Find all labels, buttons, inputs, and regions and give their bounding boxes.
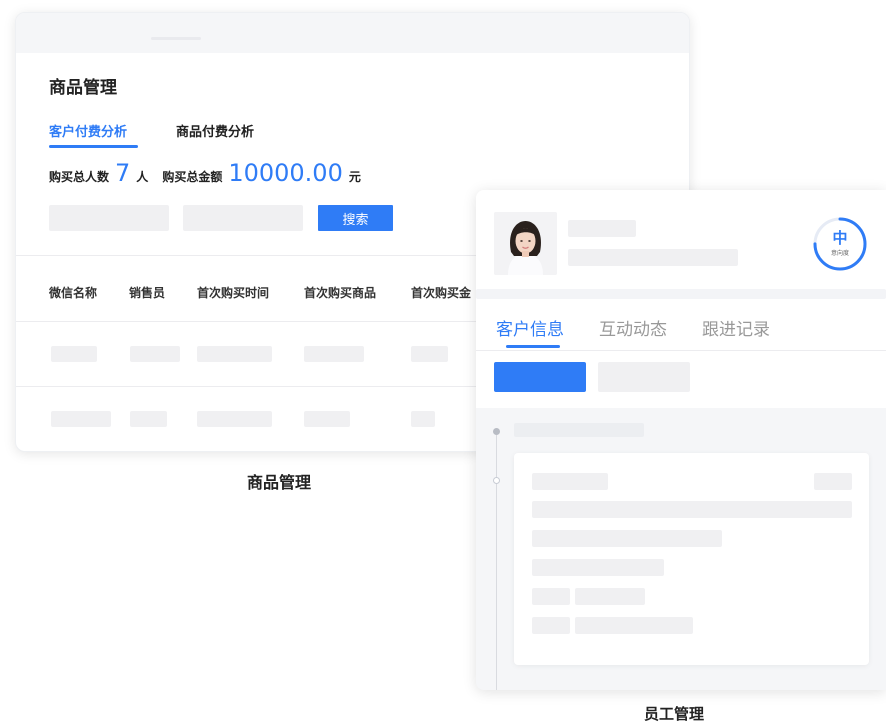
amount-value: 10000.00: [228, 159, 343, 187]
field-placeholder: [532, 530, 722, 547]
cell-placeholder: [51, 411, 111, 427]
amount-unit: 元: [348, 170, 361, 184]
column-header-first-purchase-amount: 首次购买金: [411, 286, 472, 300]
cell-placeholder: [130, 411, 167, 427]
timeline-title-placeholder: [514, 423, 644, 437]
timeline-dot: [493, 477, 500, 484]
window-topbar: [16, 13, 689, 53]
active-tab-indicator: [49, 145, 138, 148]
cell-placeholder: [304, 411, 350, 427]
topbar-placeholder: [151, 37, 201, 40]
buyers-label: 购买总人数: [49, 170, 110, 184]
cell-placeholder: [411, 411, 435, 427]
column-header-salesperson: 销售员: [129, 286, 166, 300]
customer-name-placeholder: [568, 220, 636, 237]
cell-placeholder: [197, 411, 272, 427]
field-placeholder: [575, 588, 645, 605]
amount-label: 购买总金额: [162, 170, 223, 184]
field-placeholder: [532, 588, 570, 605]
intent-level-value: 中: [832, 229, 848, 247]
tab-product-payment-analysis[interactable]: 商品付费分析: [176, 121, 254, 140]
buyers-unit: 人: [136, 170, 149, 184]
stage: 商品管理 客户付费分析 商品付费分析 购买总人数 7 人 购买总金额 10000…: [0, 0, 886, 722]
employee-management-card: 中 意向度 客户信息 互动动态 跟进记录: [476, 190, 886, 690]
customer-info-card: [514, 453, 869, 665]
tab-follow-up-records[interactable]: 跟进记录: [702, 315, 770, 340]
tab-customer-payment-analysis[interactable]: 客户付费分析: [49, 121, 127, 140]
purchase-summary: 购买总人数 7 人 购买总金额 10000.00 元: [49, 159, 361, 189]
field-placeholder: [532, 501, 852, 518]
field-placeholder: [575, 617, 693, 634]
page-title: 商品管理: [49, 78, 117, 98]
avatar-portrait-icon: [494, 212, 557, 275]
field-placeholder: [814, 473, 852, 490]
field-placeholder: [532, 473, 608, 490]
cell-placeholder: [130, 346, 180, 362]
active-tab-indicator: [506, 345, 560, 348]
header-separator-band: [476, 289, 886, 299]
customer-detail-placeholder: [568, 249, 738, 266]
secondary-action-button[interactable]: [598, 362, 690, 392]
buyers-count: 7: [115, 159, 131, 187]
filter-input-1[interactable]: [49, 205, 169, 231]
tab-interaction-activity[interactable]: 互动动态: [599, 315, 667, 340]
cell-placeholder: [51, 346, 97, 362]
intent-level-label: 意向度: [830, 250, 849, 257]
customer-avatar: [494, 212, 557, 275]
cell-placeholder: [411, 346, 448, 362]
search-button[interactable]: 搜索: [318, 205, 393, 231]
filter-input-2[interactable]: [183, 205, 303, 231]
tab-customer-info[interactable]: 客户信息: [496, 315, 564, 340]
cell-placeholder: [197, 346, 272, 362]
field-placeholder: [532, 559, 664, 576]
cell-placeholder: [304, 346, 364, 362]
column-header-first-purchase-product: 首次购买商品: [304, 286, 377, 300]
timeline-dot: [493, 428, 500, 435]
product-management-caption: 商品管理: [247, 473, 312, 492]
tabs-divider: [476, 350, 886, 351]
column-header-first-purchase-time: 首次购买时间: [197, 286, 270, 300]
intent-level-indicator: 中 意向度: [811, 215, 869, 273]
timeline-line: [496, 435, 497, 690]
column-header-wechat-name: 微信名称: [49, 286, 98, 300]
primary-action-button[interactable]: [494, 362, 586, 392]
field-placeholder: [532, 617, 570, 634]
employee-management-caption: 员工管理: [644, 705, 705, 722]
